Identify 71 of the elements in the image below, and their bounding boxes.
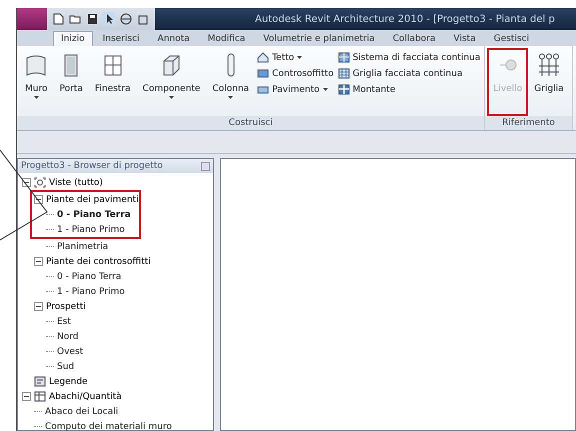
wall-icon [26,54,46,76]
tool-button[interactable]: Sistema di facciata continua [338,52,480,63]
tool-button[interactable]: Muro [21,50,52,114]
ribbon-tab[interactable]: Inizio [53,31,93,46]
ribbon-tab[interactable]: Gestisci [486,31,538,46]
group-label: Riferimento [485,116,572,130]
level-icon [498,59,517,71]
caret-icon [168,96,174,99]
tool-button[interactable]: Griglia [530,50,568,114]
tree-item[interactable]: Nord [57,332,78,342]
ribbon-tab[interactable]: Collabora [384,31,444,46]
floor-icon [257,84,270,95]
ribbon-tab[interactable]: Vista [446,31,484,46]
ribbon-tab[interactable]: Inserisci [94,31,148,46]
schedule-icon [34,391,46,402]
tree-item[interactable]: Ovest [57,346,84,356]
tree-item[interactable]: Planimetria [57,242,108,252]
caret-icon [34,96,39,99]
tree-item[interactable]: Piante dei pavimenti [46,194,139,204]
tool-button[interactable]: Colonna [208,50,254,114]
group-label: Costruisci [17,116,484,130]
ribbon-tab[interactable]: Modifica [200,31,254,46]
curtain-wall-icon [338,52,350,63]
panel-title: Progetto3 - Browser di progetto [21,161,163,171]
caret-icon [228,96,234,99]
window-title: Autodesk Revit Architecture 2010 - [Progetto3 - Pianta del p [155,8,576,30]
tool-button[interactable]: Griglia facciata continua [338,68,480,79]
legend-icon [34,376,46,387]
collapse-icon[interactable] [22,392,31,401]
ribbon-tab[interactable]: Volumetrie e planimetria [255,31,383,46]
tree-item[interactable]: Prospetti [46,302,86,312]
grid-icon [338,68,350,79]
ribbon-tab[interactable]: Annota [150,31,198,46]
square-icon[interactable] [137,13,149,25]
tree-item[interactable]: 1 - Piano Primo [57,286,125,296]
tool-button[interactable]: Controsoffitto [257,68,334,79]
tool-button[interactable]: Pavimento [257,84,334,95]
collapse-icon[interactable] [34,257,43,266]
ceiling-icon [257,68,270,79]
column-icon [226,53,235,77]
pointer-icon[interactable] [103,12,115,26]
tool-button[interactable]: Componente [138,50,204,114]
sphere-icon[interactable] [120,13,132,25]
caret-icon [297,56,302,59]
cube-icon [162,54,180,76]
tree-item[interactable]: Sud [57,362,74,372]
grid-lines-icon [538,53,560,77]
tree-item[interactable]: Computo dei materiali muro [45,422,172,431]
window-icon [104,54,122,76]
tree-item[interactable]: 1 - Piano Primo [57,224,125,234]
tree-item[interactable]: 0 - Piano Terra [57,210,131,220]
roof-icon [257,52,270,63]
tree-item[interactable]: Est [57,316,71,326]
tree-item[interactable]: Legende [49,376,88,386]
tree-item[interactable]: Abachi/Quantità [49,392,122,402]
collapse-icon[interactable] [34,302,43,311]
tree-item[interactable]: 0 - Piano Terra [57,272,122,282]
tree-item[interactable]: Viste (tutto) [49,178,103,188]
mullion-icon [338,84,350,95]
tool-button[interactable]: Porta [55,50,87,114]
caret-icon [322,88,328,91]
tree-item[interactable]: Abaco dei Locali [45,406,118,416]
save-icon[interactable] [87,13,98,25]
new-file-icon[interactable] [53,13,64,25]
tool-button[interactable]: Montante [338,84,480,95]
door-icon [64,54,78,76]
views-icon [34,177,46,188]
tool-button[interactable]: Finestra [90,50,135,114]
tool-button[interactable]: Tetto [257,52,334,63]
tree-item[interactable]: Piante dei controsoffitti [46,256,151,266]
open-folder-icon[interactable] [69,13,82,25]
